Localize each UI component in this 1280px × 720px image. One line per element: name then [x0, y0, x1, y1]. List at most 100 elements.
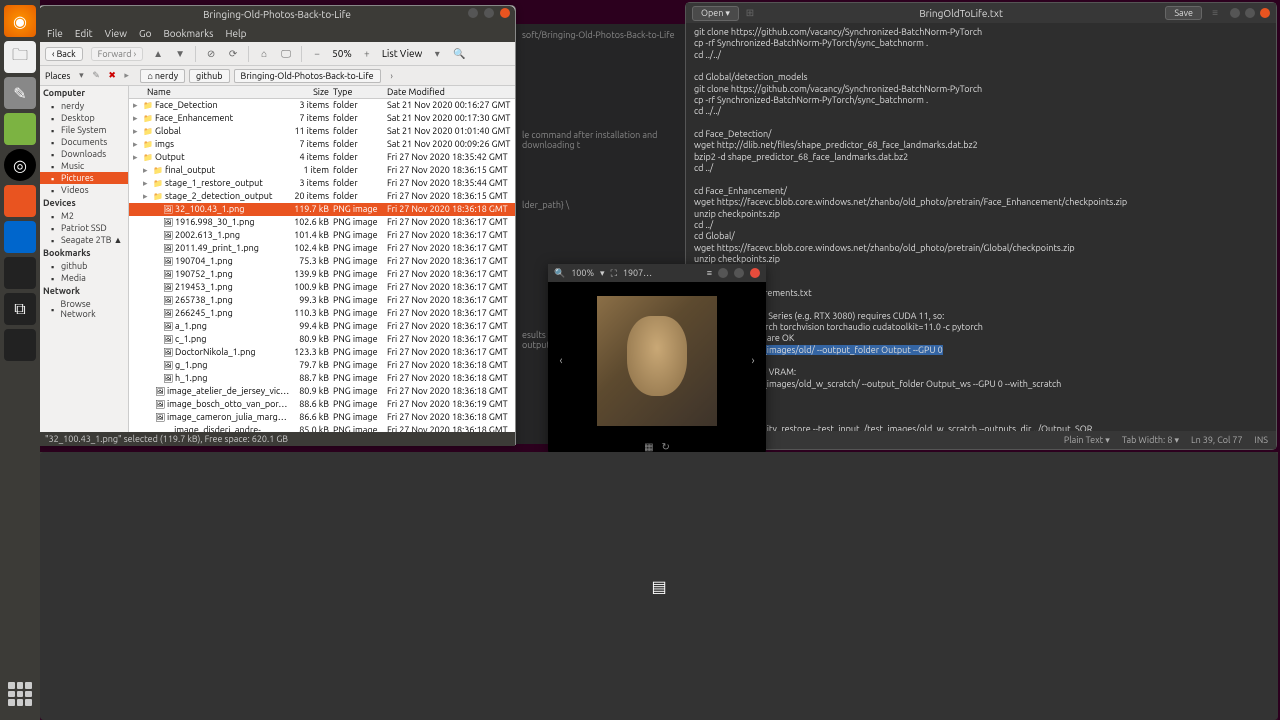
- sidebar-item[interactable]: ▪Downloads: [39, 148, 128, 160]
- home-icon[interactable]: ⌂: [257, 47, 271, 61]
- file-row[interactable]: 🖼c_1.png80.9 kBPNG imageFri 27 Nov 2020 …: [129, 333, 515, 346]
- places-label[interactable]: Places: [45, 71, 70, 81]
- computer-icon[interactable]: 🖵: [279, 47, 293, 61]
- menu-edit[interactable]: Edit: [75, 28, 93, 39]
- sidebar-item[interactable]: ▪github: [39, 260, 128, 272]
- menu-bookmarks[interactable]: Bookmarks: [163, 28, 213, 39]
- chevron-down-icon[interactable]: ▾: [600, 268, 605, 279]
- sidebar-item[interactable]: ▪Seagate 2TB ▲: [39, 234, 128, 246]
- maximize-button[interactable]: [734, 268, 744, 278]
- reload-icon[interactable]: ⟳: [226, 47, 240, 61]
- open-button[interactable]: Open ▾: [692, 6, 739, 21]
- close-button[interactable]: [1260, 8, 1270, 18]
- file-row[interactable]: 🖼image_atelier_de_jersey_vic…80.9 kBPNG …: [129, 385, 515, 398]
- close-path-icon[interactable]: ✖: [108, 70, 120, 82]
- close-button[interactable]: [750, 268, 760, 278]
- file-row[interactable]: 🖼image_bosch_otto_van_por…88.6 kBPNG ima…: [129, 398, 515, 411]
- col-name[interactable]: Name: [129, 87, 279, 97]
- down-icon[interactable]: ▼: [173, 47, 187, 61]
- preview-toolbar[interactable]: 🔍 100% ▾ ⛶ 1907… ≡: [548, 264, 766, 282]
- menu-icon[interactable]: ≡: [707, 268, 712, 278]
- file-row[interactable]: ▸📁stage_1_restore_output3 itemsfolderFri…: [129, 177, 515, 190]
- language-selector[interactable]: Plain Text ▾: [1064, 435, 1110, 446]
- search-icon[interactable]: 🔍: [554, 268, 565, 279]
- file-row[interactable]: 🖼190704_1.png75.3 kBPNG imageFri 27 Nov …: [129, 255, 515, 268]
- breadcrumb[interactable]: github: [189, 69, 229, 83]
- chevron-right-icon[interactable]: ›: [385, 69, 399, 83]
- dock-app-icon[interactable]: [4, 113, 36, 145]
- file-row[interactable]: ▸📁Face_Enhancement7 itemsfolderSat 21 No…: [129, 112, 515, 125]
- file-row[interactable]: 🖼image_cameron_julia_marg…86.6 kBPNG ima…: [129, 411, 515, 424]
- file-row[interactable]: 🖼190752_1.png139.9 kBPNG imageFri 27 Nov…: [129, 268, 515, 281]
- dropdown-icon[interactable]: ▾: [430, 47, 444, 61]
- file-row[interactable]: ▸📁imgs7 itemsfolderSat 21 Nov 2020 00:09…: [129, 138, 515, 151]
- file-row[interactable]: 🖼g_1.png79.7 kBPNG imageFri 27 Nov 2020 …: [129, 359, 515, 372]
- file-row[interactable]: ▸📁stage_2_detection_output20 itemsfolder…: [129, 190, 515, 203]
- dock-app-icon-2[interactable]: [4, 185, 36, 217]
- chevron-down-icon[interactable]: ▾: [74, 69, 88, 83]
- sidebar-item[interactable]: ▪File System: [39, 124, 128, 136]
- menu-file[interactable]: File: [47, 28, 63, 39]
- file-row[interactable]: ▸📁Global11 itemsfolderSat 21 Nov 2020 01…: [129, 125, 515, 138]
- file-row[interactable]: 🖼2011.49_print_1.png102.4 kBPNG imageFri…: [129, 242, 515, 255]
- col-size[interactable]: Size: [279, 87, 333, 97]
- tab-width-selector[interactable]: Tab Width: 8 ▾: [1122, 435, 1179, 446]
- dock-text-icon[interactable]: ✎: [4, 77, 36, 109]
- sidebar-item[interactable]: ▪Music: [39, 160, 128, 172]
- menu-go[interactable]: Go: [139, 28, 151, 39]
- sidebar-item[interactable]: ▪nerdy: [39, 100, 128, 112]
- view-mode[interactable]: List View: [382, 48, 422, 59]
- file-row[interactable]: 🖼265738_1.png99.3 kBPNG imageFri 27 Nov …: [129, 294, 515, 307]
- file-row[interactable]: 🖼h_1.png88.7 kBPNG imageFri 27 Nov 2020 …: [129, 372, 515, 385]
- dock-app-icon-3[interactable]: [4, 221, 36, 253]
- next-image-button[interactable]: ›: [744, 346, 762, 376]
- sidebar-item[interactable]: ▪Browse Network: [39, 298, 128, 320]
- gedit-header[interactable]: Open ▾ ⊞ BringOldToLife.txt Save ≡: [686, 3, 1276, 23]
- stop-icon[interactable]: ⊘: [204, 47, 218, 61]
- sidebar-item[interactable]: ▪Desktop: [39, 112, 128, 124]
- dock-app-icon-5[interactable]: [4, 329, 36, 361]
- file-row[interactable]: 🖼2002.613_1.png101.4 kBPNG imageFri 27 N…: [129, 229, 515, 242]
- new-tab-icon[interactable]: ⊞: [743, 6, 757, 20]
- zoom-fit-icon[interactable]: ⛶: [611, 268, 617, 279]
- save-button[interactable]: Save: [1165, 6, 1202, 20]
- breadcrumb[interactable]: Bringing-Old-Photos-Back-to-Life: [234, 69, 381, 83]
- show-applications-icon[interactable]: [4, 678, 36, 710]
- menu-view[interactable]: View: [105, 28, 127, 39]
- forward-button[interactable]: Forward ›: [91, 47, 143, 61]
- sidebar-item[interactable]: ▪Videos: [39, 184, 128, 196]
- file-row[interactable]: 🖼DoctorNikola_1.png123.3 kBPNG imageFri …: [129, 346, 515, 359]
- up-icon[interactable]: ▲: [151, 47, 165, 61]
- previous-image-button[interactable]: ‹: [552, 346, 570, 376]
- search-icon[interactable]: 🔍: [452, 47, 466, 61]
- maximize-button[interactable]: [1245, 8, 1255, 18]
- sidebar-item[interactable]: ▪Media: [39, 272, 128, 284]
- dock-app-icon-4[interactable]: [4, 257, 36, 289]
- file-row[interactable]: 🖼image_disderi_andre-adolp…85.0 kBPNG im…: [129, 424, 515, 432]
- minimize-button[interactable]: [1230, 8, 1240, 18]
- file-row[interactable]: 🖼1916.998_30_1.png102.6 kBPNG imageFri 2…: [129, 216, 515, 229]
- file-row[interactable]: ▸📁Face_Detection3 itemsfolderSat 21 Nov …: [129, 99, 515, 112]
- dock-screenshot-icon[interactable]: ⧉: [4, 293, 36, 325]
- dock-terminal-icon-2[interactable]: ▤: [40, 452, 1278, 720]
- sidebar-item[interactable]: ▪M2: [39, 210, 128, 222]
- dock-firefox-icon[interactable]: ◉: [4, 5, 36, 37]
- sidebar-item[interactable]: ▪Documents: [39, 136, 128, 148]
- pencil-icon[interactable]: ✎: [92, 70, 104, 82]
- zoom-out-icon[interactable]: −: [310, 47, 324, 61]
- sidebar-item[interactable]: ▪Pictures: [39, 172, 128, 184]
- back-button[interactable]: ‹ Back: [45, 47, 83, 61]
- sidebar-item[interactable]: ▪Patriot SSD: [39, 222, 128, 234]
- terminal-icon[interactable]: ▸: [124, 70, 136, 82]
- file-row[interactable]: ▸📁Output4 itemsfolderFri 27 Nov 2020 18:…: [129, 151, 515, 164]
- dock-obs-icon[interactable]: ◎: [4, 149, 36, 181]
- file-row[interactable]: 🖼266245_1.png110.3 kBPNG imageFri 27 Nov…: [129, 307, 515, 320]
- minimize-button[interactable]: [468, 8, 478, 18]
- col-type[interactable]: Type: [333, 87, 387, 97]
- zoom-in-icon[interactable]: +: [360, 47, 374, 61]
- file-row[interactable]: 🖼a_1.png99.4 kBPNG imageFri 27 Nov 2020 …: [129, 320, 515, 333]
- breadcrumb[interactable]: ⌂ nerdy: [140, 69, 185, 83]
- col-date[interactable]: Date Modified: [387, 87, 515, 97]
- dock-files-icon[interactable]: 🗀: [4, 41, 36, 73]
- window-titlebar[interactable]: Bringing-Old-Photos-Back-to-Life: [39, 6, 515, 24]
